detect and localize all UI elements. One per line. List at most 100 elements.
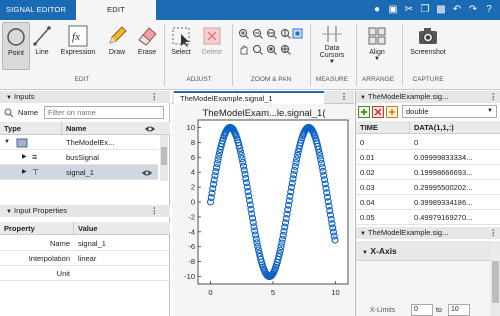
fit-to-view-icon[interactable] bbox=[292, 28, 303, 39]
delete-row-icon[interactable] bbox=[372, 106, 384, 118]
draw-button[interactable]: Draw bbox=[104, 22, 130, 70]
tree-row-bus[interactable]: ▶ ≡ busSignal bbox=[0, 150, 158, 165]
time-cell[interactable]: 0.01 bbox=[360, 150, 408, 165]
zoom-area-icon[interactable] bbox=[252, 44, 263, 55]
redo-icon[interactable]: ↷ bbox=[466, 3, 480, 17]
input-name: signal_1 bbox=[66, 168, 94, 177]
paste-icon[interactable]: ▩ bbox=[434, 3, 448, 17]
time-cell[interactable]: 0.05 bbox=[360, 210, 408, 225]
scrollbar[interactable] bbox=[490, 241, 500, 316]
time-column-header[interactable]: TIME bbox=[356, 121, 410, 134]
tree-row-scenario[interactable]: ▼ TheModelEx... bbox=[0, 135, 158, 150]
property-value[interactable] bbox=[78, 266, 168, 281]
data-table-row[interactable]: 00 bbox=[356, 135, 500, 150]
data-column-header[interactable]: DATA(1,1,:) bbox=[410, 121, 500, 134]
name-column-header[interactable]: Name bbox=[62, 122, 170, 135]
select-button[interactable]: Select bbox=[168, 22, 194, 70]
property-value[interactable]: signal_1 bbox=[78, 236, 168, 251]
point-button[interactable]: Point bbox=[2, 22, 30, 70]
eye-icon[interactable] bbox=[141, 169, 153, 184]
property-row[interactable]: Interpolation linear bbox=[0, 251, 170, 266]
time-cell[interactable]: 0 bbox=[360, 135, 408, 150]
data-cell[interactable]: 0.29995500202... bbox=[414, 180, 499, 195]
scrollbar-thumb[interactable] bbox=[492, 261, 499, 303]
time-cell[interactable]: 0.02 bbox=[360, 165, 408, 180]
value-column-header[interactable]: Value bbox=[74, 222, 170, 235]
save-icon[interactable]: ▣ bbox=[386, 3, 400, 17]
scrollbar-thumb[interactable] bbox=[161, 147, 167, 165]
tab-signal-editor[interactable]: SIGNAL EDITOR bbox=[0, 0, 72, 20]
pan-icon[interactable] bbox=[238, 44, 249, 55]
expand-icon[interactable]: ▼ bbox=[4, 135, 10, 150]
type-column-header[interactable]: Type bbox=[0, 122, 62, 135]
scrollbar[interactable] bbox=[160, 135, 168, 181]
y-tick-label: -4 bbox=[188, 227, 195, 236]
zoom-y-icon[interactable] bbox=[280, 28, 291, 39]
y-tick-label: 6 bbox=[191, 153, 195, 162]
data-table-row[interactable]: 0.02 0.19998666693... bbox=[356, 165, 500, 180]
type-dropdown[interactable]: double ▼ bbox=[402, 105, 497, 118]
erase-button[interactable]: Erase bbox=[133, 22, 161, 70]
data-cell[interactable]: 0.39989334186... bbox=[414, 195, 499, 210]
zoom-x-icon[interactable] bbox=[266, 28, 277, 39]
property-value[interactable]: linear bbox=[78, 251, 168, 266]
expression-button[interactable]: fx Expression bbox=[56, 22, 100, 70]
align-button[interactable]: Align ▼ bbox=[360, 22, 394, 70]
tab-plot[interactable]: TheModelExample.signal_1 bbox=[174, 91, 324, 104]
data-cell[interactable]: 0.19998666693... bbox=[414, 165, 499, 180]
expand-icon[interactable]: ▶ bbox=[22, 165, 27, 180]
time-cell[interactable]: 0.04 bbox=[360, 195, 408, 210]
more-options-icon[interactable]: ⋮ bbox=[490, 91, 498, 103]
time-cell[interactable]: 0.03 bbox=[360, 180, 408, 195]
cut-icon[interactable]: ✂ bbox=[402, 3, 416, 17]
tab-edit[interactable]: EDIT bbox=[76, 0, 156, 20]
collapse-icon[interactable]: ▼ bbox=[6, 209, 12, 215]
xlimit-from-input[interactable]: 0 bbox=[411, 304, 433, 316]
x-axis-section[interactable]: ▼ X-Axis bbox=[356, 241, 490, 261]
data-table-row[interactable]: 0.03 0.29995500202... bbox=[356, 180, 500, 195]
chevron-down-icon: ▼ bbox=[329, 59, 335, 65]
collapse-icon[interactable]: ▼ bbox=[362, 250, 368, 256]
signal-chart[interactable]: 10 8 6 4 2 0 -2 -4 -6 -8 -10 0 5 10 bbox=[172, 116, 354, 316]
tree-row-signal-selected[interactable]: ▶ ⊤ signal_1 bbox=[0, 165, 158, 180]
data-cell[interactable]: 0.09999833334... bbox=[414, 150, 499, 165]
data-cell[interactable]: 0.49979169270... bbox=[414, 210, 499, 225]
input-name: TheModelEx... bbox=[66, 138, 115, 147]
collapse-icon[interactable]: ▼ bbox=[360, 231, 366, 237]
zoom-in-icon[interactable] bbox=[238, 28, 249, 39]
delete-button[interactable]: Delete bbox=[198, 22, 226, 70]
more-options-icon[interactable]: ⋮ bbox=[340, 92, 348, 101]
data-cursors-button[interactable]: Data Cursors ▼ bbox=[312, 22, 352, 70]
data-cell[interactable]: 0 bbox=[414, 135, 499, 150]
more-options-icon[interactable]: ⋮ bbox=[490, 227, 498, 239]
zoom-out-icon[interactable] bbox=[252, 28, 263, 39]
expand-icon[interactable]: ▶ bbox=[22, 150, 27, 165]
more-options-icon[interactable]: ⋮ bbox=[151, 205, 159, 217]
property-row[interactable]: Name signal_1 bbox=[0, 236, 170, 251]
replace-icon[interactable] bbox=[386, 106, 398, 118]
more-options-icon[interactable]: ⋮ bbox=[151, 91, 159, 103]
left-panel: ▼ Inputs ⋮ Name Type Name ▼ TheModelEx..… bbox=[0, 91, 170, 316]
data-table-row[interactable]: 0.05 0.49979169270... bbox=[356, 210, 500, 225]
undo-icon[interactable]: ↶ bbox=[450, 3, 464, 17]
add-row-icon[interactable] bbox=[358, 106, 370, 118]
zoom-xy-icon[interactable] bbox=[280, 44, 291, 55]
screenshot-button[interactable]: Screenshot bbox=[405, 22, 451, 70]
property-row[interactable]: Unit bbox=[0, 266, 170, 281]
x-tick-label: 0 bbox=[208, 288, 212, 297]
eye-icon[interactable] bbox=[144, 125, 156, 133]
line-button[interactable]: Line bbox=[31, 22, 53, 70]
data-table-row[interactable]: 0.04 0.39989334186... bbox=[356, 195, 500, 210]
property-column-header[interactable]: Property bbox=[0, 222, 74, 235]
filter-input[interactable] bbox=[44, 106, 164, 119]
help-icon[interactable]: ? bbox=[482, 3, 496, 17]
collapse-icon[interactable]: ▼ bbox=[6, 95, 12, 101]
zoom-box-icon[interactable] bbox=[266, 44, 277, 55]
copy-icon[interactable]: ❐ bbox=[418, 3, 432, 17]
x-tick-label: 5 bbox=[271, 288, 275, 297]
collapse-icon[interactable]: ▼ bbox=[360, 95, 366, 101]
collapse-icon[interactable]: ● bbox=[370, 3, 384, 17]
data-table-row[interactable]: 0.01 0.09999833334... bbox=[356, 150, 500, 165]
properties-body: ▼ X-Axis X-Limits 0 to 10 bbox=[356, 241, 490, 316]
xlimit-to-input[interactable]: 10 bbox=[448, 304, 470, 316]
